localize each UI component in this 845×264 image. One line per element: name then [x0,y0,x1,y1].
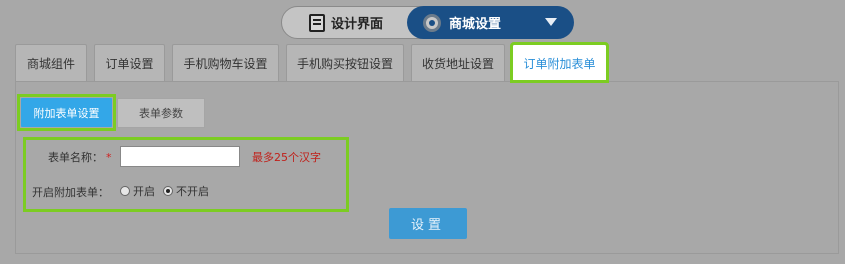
tab-mall-components[interactable]: 商城组件 [15,44,87,81]
radio-enable-label: 开启 [133,185,155,198]
form-name-hint: 最多25个汉字 [252,151,321,164]
radio-enable-circle[interactable] [120,186,130,196]
tab-mobile-buy-button-settings[interactable]: 手机购买按钮设置 [286,44,404,81]
radio-disable-circle[interactable] [163,186,173,196]
radio-disable[interactable]: 不开启 [163,183,209,199]
radio-enable[interactable]: 开启 [120,183,155,199]
form-name-label-row: 表单名称： * [48,149,112,165]
form-name-label: 表单名称： [48,151,103,164]
subtab-form-params[interactable]: 表单参数 [117,98,205,128]
form-name-input[interactable] [120,146,240,167]
submit-button[interactable]: 设置 [389,208,467,239]
design-mode-button[interactable]: 设计界面 [282,7,410,38]
gear-icon [423,13,441,32]
settings-tabs: 商城组件 订单设置 手机购物车设置 手机购买按钮设置 收货地址设置 订单附加表单 [15,42,609,83]
tab-order-settings[interactable]: 订单设置 [94,44,165,81]
required-mark: * [106,151,112,164]
enable-form-label: 开启附加表单： [32,186,109,199]
radio-disable-label: 不开启 [176,185,209,198]
subtab-additional-form-settings[interactable]: 附加表单设置 [21,98,112,127]
chevron-down-icon[interactable] [545,18,557,26]
mall-settings-label: 商城设置 [449,17,502,32]
tab-shipping-address-settings[interactable]: 收货地址设置 [411,44,505,81]
design-mode-label: 设计界面 [330,17,383,32]
document-icon [308,13,325,32]
tab-order-additional-form[interactable]: 订单附加表单 [510,42,609,83]
mall-settings-button[interactable]: 商城设置 [407,6,574,39]
mode-switch: 设计界面 商城设置 [281,6,574,39]
tab-mobile-cart-settings[interactable]: 手机购物车设置 [172,44,279,81]
